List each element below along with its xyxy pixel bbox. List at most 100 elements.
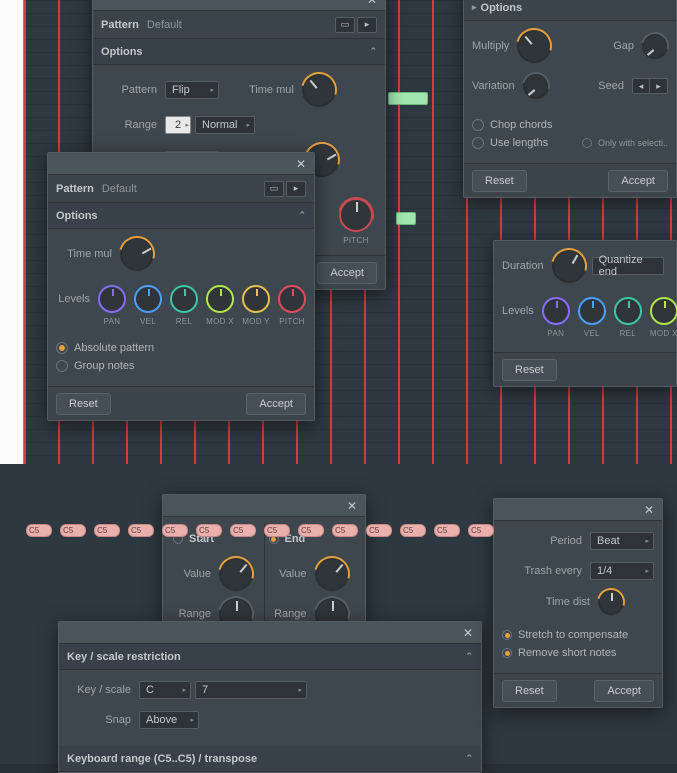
close-icon[interactable]: ✕ <box>292 155 310 173</box>
close-icon[interactable]: ✕ <box>363 0 381 9</box>
absolute-pattern-radio[interactable]: Absolute pattern <box>56 342 306 354</box>
velocity-bar[interactable] <box>24 0 26 464</box>
end-value-knob[interactable] <box>315 557 349 591</box>
accept-button[interactable]: Accept <box>594 680 654 702</box>
snap-label: Snap <box>67 714 131 726</box>
midi-note[interactable]: C5 <box>468 524 494 537</box>
time-mul-knob[interactable] <box>302 73 336 107</box>
chop-chords-radio[interactable]: Chop chords <box>472 119 668 131</box>
titlebar[interactable]: ✕ <box>93 0 385 11</box>
velocity-bar[interactable] <box>398 0 400 464</box>
panel-strum[interactable]: ✕ Pattern Default ▭ ▸ Options ⌃ Time mul… <box>47 152 315 421</box>
group-notes-radio[interactable]: Group notes <box>56 360 306 372</box>
use-lengths-radio[interactable]: Use lengths Only with selecti.. <box>472 137 668 149</box>
key-dropdown[interactable]: C▸ <box>139 681 191 699</box>
time-mul-knob[interactable] <box>120 237 154 271</box>
rel-knob[interactable] <box>170 285 198 313</box>
midi-note[interactable] <box>388 92 428 105</box>
rel-knob[interactable] <box>614 297 642 325</box>
trash-every-dropdown[interactable]: 1/4▸ <box>590 562 654 580</box>
pattern-dropdown[interactable]: Flip▸ <box>165 81 219 99</box>
folder-icon[interactable]: ▭ <box>335 17 355 33</box>
midi-note[interactable] <box>396 212 416 225</box>
only-with-selection-label: Only with selecti.. <box>598 138 668 148</box>
options-section-header[interactable]: ▸Options <box>464 0 676 21</box>
midi-note[interactable]: C5 <box>366 524 392 537</box>
titlebar[interactable]: ✕ <box>59 622 481 644</box>
midi-note[interactable]: C5 <box>196 524 222 537</box>
period-dropdown[interactable]: Beat▸ <box>590 532 654 550</box>
period-label: Period <box>502 535 582 547</box>
pattern-header: Pattern Default ▭ ▸ <box>93 11 385 39</box>
folder-icon[interactable]: ▭ <box>264 181 284 197</box>
reset-button[interactable]: Reset <box>502 359 557 381</box>
midi-note[interactable]: C5 <box>264 524 290 537</box>
accept-button[interactable]: Accept <box>246 393 306 415</box>
range-mode-dropdown[interactable]: Normal▸ <box>195 116 255 134</box>
multiply-knob[interactable] <box>517 29 551 63</box>
midi-note[interactable]: C5 <box>162 524 188 537</box>
midi-note[interactable]: C5 <box>230 524 256 537</box>
quantize-end-dropdown[interactable]: Quantize end <box>592 257 664 275</box>
velocity-bar[interactable] <box>432 0 434 464</box>
start-value-knob[interactable] <box>219 557 253 591</box>
pitch-knob[interactable] <box>339 198 373 232</box>
duration-knob[interactable] <box>552 249 586 283</box>
midi-note[interactable]: C5 <box>434 524 460 537</box>
mod-x-knob[interactable] <box>206 285 234 313</box>
remove-short-notes-radio[interactable]: Remove short notes <box>502 647 654 659</box>
reset-button[interactable]: Reset <box>56 393 111 415</box>
panel-flam[interactable]: ✕ Period Beat▸ Trash every 1/4▸ Time dis… <box>493 498 663 708</box>
midi-note[interactable]: C5 <box>298 524 324 537</box>
pan-knob[interactable] <box>98 285 126 313</box>
panel-chopper[interactable]: ▸Options Multiply Gap Variation Seed ◂ ▸… <box>463 0 677 198</box>
titlebar[interactable]: ✕ <box>494 499 662 521</box>
panel-lfo[interactable]: ✕ Start Value Range End Value Range <box>162 494 366 622</box>
close-icon[interactable]: ✕ <box>343 497 361 515</box>
seed-prev-button[interactable]: ◂ <box>632 78 650 94</box>
gap-knob[interactable] <box>642 33 668 59</box>
scale-dropdown[interactable]: 7▸ <box>195 681 307 699</box>
reset-button[interactable]: Reset <box>502 680 557 702</box>
keyboard-range-section-header[interactable]: Keyboard range (C5..C5) / transpose ⌃ <box>59 746 481 772</box>
keyscale-section-header[interactable]: Key / scale restriction ⌃ <box>59 644 481 670</box>
midi-note[interactable]: C5 <box>400 524 426 537</box>
midi-note[interactable]: C5 <box>60 524 86 537</box>
mod-x-knob[interactable] <box>650 297 677 325</box>
accept-button[interactable]: Accept <box>608 170 668 192</box>
options-label: Options <box>56 210 98 222</box>
snap-dropdown[interactable]: Above▸ <box>139 711 199 729</box>
reset-button[interactable]: Reset <box>472 170 527 192</box>
next-icon[interactable]: ▸ <box>286 181 306 197</box>
pan-knob[interactable] <box>542 297 570 325</box>
seed-next-button[interactable]: ▸ <box>650 78 668 94</box>
range-number[interactable]: 2 <box>165 116 191 134</box>
time-dist-knob[interactable] <box>598 589 624 615</box>
midi-note[interactable]: C5 <box>128 524 154 537</box>
midi-note[interactable]: C5 <box>332 524 358 537</box>
time-mul-label: Time mul <box>249 84 294 96</box>
value-label: Value <box>173 568 211 580</box>
titlebar[interactable]: ✕ <box>48 153 314 175</box>
keyboard[interactable] <box>0 0 24 464</box>
knob-label: PAN <box>104 317 121 326</box>
variation-knob[interactable] <box>523 73 549 99</box>
mod-y-knob[interactable] <box>242 285 270 313</box>
close-icon[interactable]: ✕ <box>459 624 477 642</box>
accept-button[interactable]: Accept <box>317 262 377 284</box>
panel-randomizer[interactable]: Duration Quantize end Levels PANVELRELMO… <box>493 240 677 387</box>
next-icon[interactable]: ▸ <box>357 17 377 33</box>
seed-stepper[interactable]: ◂ ▸ <box>632 78 668 94</box>
close-icon[interactable]: ✕ <box>640 501 658 519</box>
midi-note[interactable]: C5 <box>94 524 120 537</box>
titlebar[interactable]: ✕ <box>163 495 365 517</box>
pitch-knob[interactable] <box>278 285 306 313</box>
options-section-header[interactable]: Options ⌃ <box>93 39 385 65</box>
keyscale-section-label: Key / scale restriction <box>67 651 181 663</box>
vel-knob[interactable] <box>134 285 162 313</box>
panel-keyscale[interactable]: ✕ Key / scale restriction ⌃ Key / scale … <box>58 621 482 773</box>
options-section-header[interactable]: Options ⌃ <box>48 203 314 229</box>
midi-note[interactable]: C5 <box>26 524 52 537</box>
stretch-compensate-radio[interactable]: Stretch to compensate <box>502 629 654 641</box>
vel-knob[interactable] <box>578 297 606 325</box>
